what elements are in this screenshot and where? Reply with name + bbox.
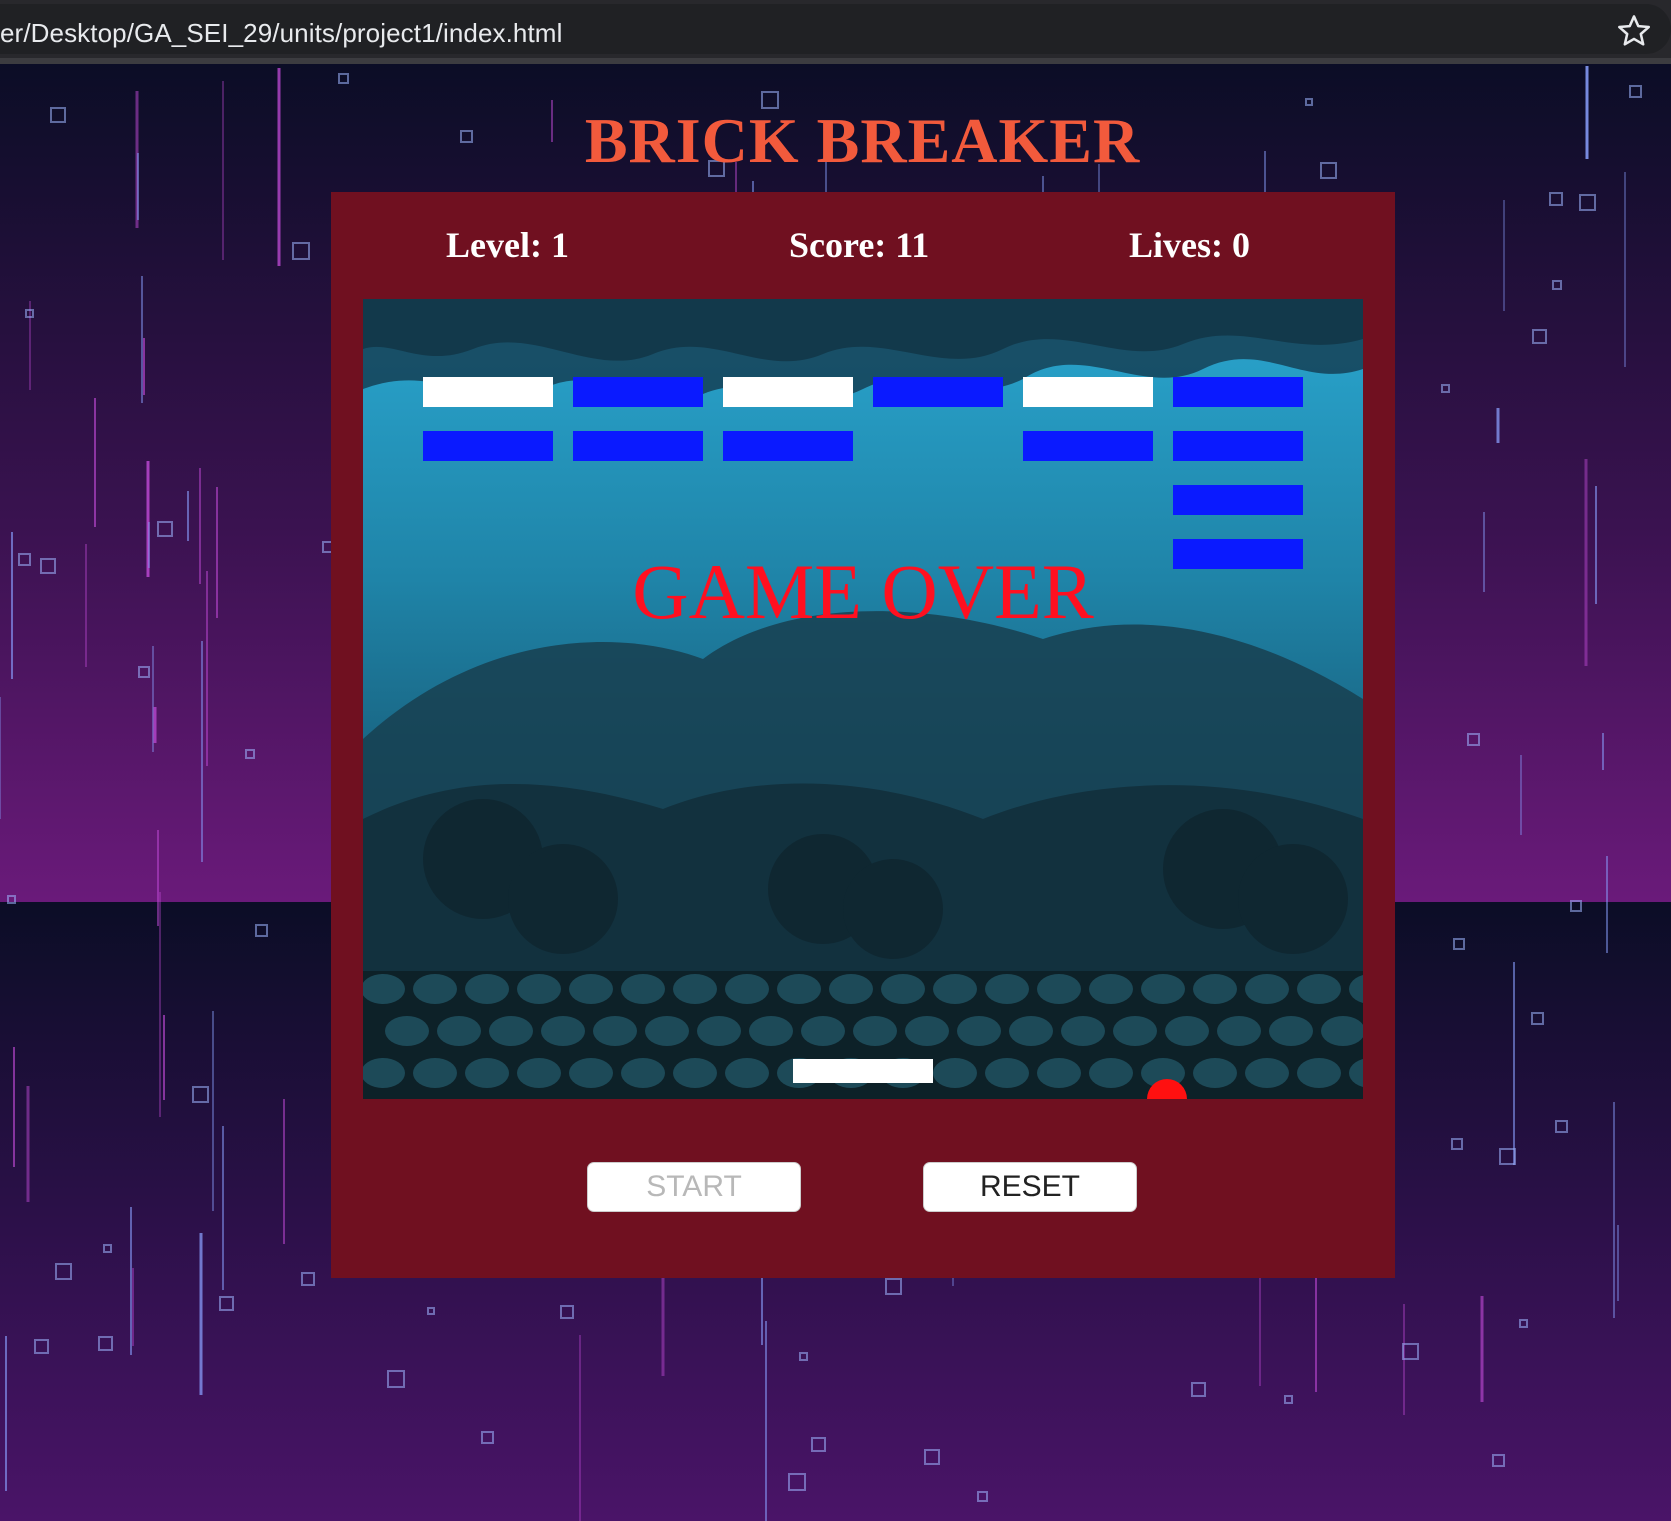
paddle[interactable] bbox=[793, 1059, 933, 1083]
brick bbox=[723, 377, 853, 407]
score-display: Score: 11 bbox=[789, 225, 930, 265]
brick bbox=[1173, 377, 1303, 407]
game-canvas[interactable]: GAME OVER bbox=[363, 299, 1363, 1099]
game-panel: Level: 1 Score: 11 Lives: 0 GAME OVER ST… bbox=[331, 192, 1395, 1278]
address-bar[interactable]: er/Desktop/GA_SEI_29/units/project1/inde… bbox=[0, 4, 1671, 54]
underwater-scene bbox=[363, 299, 1363, 1099]
start-button[interactable]: START bbox=[587, 1162, 801, 1212]
brick bbox=[423, 377, 553, 407]
brick bbox=[573, 377, 703, 407]
page-body: BRICK BREAKER Level: 1 Score: 11 Lives: … bbox=[0, 64, 1671, 1521]
reset-button[interactable]: RESET bbox=[923, 1162, 1137, 1212]
game-over-message: GAME OVER bbox=[632, 548, 1094, 635]
brick bbox=[873, 377, 1003, 407]
star-icon[interactable] bbox=[1615, 12, 1653, 50]
brick bbox=[1023, 377, 1153, 407]
brick bbox=[1173, 485, 1303, 515]
lives-display: Lives: 0 bbox=[1129, 225, 1250, 265]
game-title: BRICK BREAKER bbox=[584, 105, 1141, 176]
browser-toolbar: er/Desktop/GA_SEI_29/units/project1/inde… bbox=[0, 0, 1671, 64]
brick bbox=[423, 431, 553, 461]
brick bbox=[1173, 431, 1303, 461]
brick bbox=[1023, 431, 1153, 461]
brick bbox=[723, 431, 853, 461]
url-text[interactable]: er/Desktop/GA_SEI_29/units/project1/inde… bbox=[0, 18, 562, 49]
brick bbox=[573, 431, 703, 461]
level-display: Level: 1 bbox=[446, 225, 569, 265]
